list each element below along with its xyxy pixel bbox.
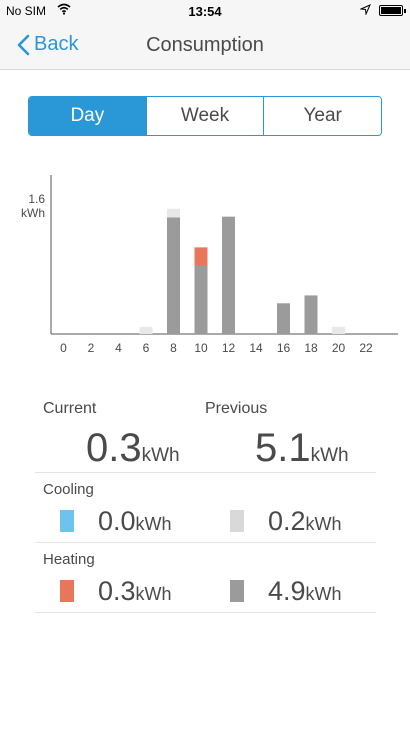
navigation-bar: Back Consumption (0, 22, 410, 70)
x-tick-label: 18 (304, 341, 318, 355)
x-tick-label: 4 (115, 341, 122, 355)
cooling-previous: 0.2kWh (268, 506, 342, 537)
bar-hour-10-series-0 (194, 265, 208, 334)
bar-hour-16-series-0 (277, 303, 290, 334)
segment-week[interactable]: Week (145, 97, 264, 135)
bar-hour-12-series-0 (222, 216, 235, 334)
cooling-current-value: 0.0 (98, 506, 136, 536)
period-segmented-control: Day Week Year (28, 96, 382, 136)
cooling-previous-swatch (230, 510, 244, 532)
cooling-previous-value: 0.2 (268, 506, 306, 536)
previous-total-value: 5.1 (255, 426, 311, 470)
bar-hour-8-series-0 (167, 217, 180, 334)
x-tick-label: 20 (332, 341, 346, 355)
total-row: 0.3kWh 5.1kWh (35, 416, 376, 473)
heating-current: 0.3kWh (98, 576, 172, 607)
bar-hour-18-series-0 (304, 295, 318, 334)
heating-section: Heating 0.3kWh 4.9kWh (35, 543, 376, 613)
consumption-summary: Current Previous 0.3kWh 5.1kWh Cooling 0… (35, 392, 376, 613)
bar-hour-8-series-1 (167, 208, 180, 218)
bar-hour-6-series-1 (139, 326, 153, 334)
bar-hour-10-series-2 (194, 247, 208, 266)
previous-total: 5.1kWh (255, 426, 349, 471)
consumption-chart: 1.6 kWh 0 2 4 6 8 10 12 14 16 18 20 22 (0, 170, 410, 360)
bar-chart: 1.6 kWh 0 2 4 6 8 10 12 14 16 18 20 22 (21, 175, 398, 355)
x-tick-label: 10 (194, 341, 208, 355)
cooling-current: 0.0kWh (98, 506, 172, 537)
cooling-title: Cooling (43, 481, 94, 498)
segment-year[interactable]: Year (263, 97, 381, 135)
heating-previous: 4.9kWh (268, 576, 342, 607)
x-tick-label: 0 (60, 341, 67, 355)
x-tick-label: 6 (143, 341, 150, 355)
heating-current-value: 0.3 (98, 576, 136, 606)
page-title: Consumption (146, 34, 264, 56)
summary-header: Current Previous (35, 392, 376, 417)
x-tick-label: 2 (88, 341, 95, 355)
cooling-section: Cooling 0.0kWh 0.2kWh (35, 473, 376, 543)
y-axis-unit-label: kWh (21, 206, 45, 220)
heating-current-unit: kWh (135, 584, 172, 604)
clock-time: 13:54 (188, 4, 222, 19)
status-bar: No SIM 13:54 (0, 0, 410, 22)
heating-previous-unit: kWh (305, 584, 342, 604)
current-total: 0.3kWh (86, 426, 180, 471)
bar-hour-20-series-1 (332, 326, 345, 334)
heating-previous-value: 4.9 (268, 576, 306, 606)
segment-day[interactable]: Day (29, 97, 146, 135)
x-tick-label: 22 (359, 341, 373, 355)
previous-total-unit: kWh (310, 445, 349, 466)
current-total-value: 0.3 (86, 426, 142, 470)
heating-current-swatch (60, 580, 74, 602)
x-tick-label: 16 (277, 341, 291, 355)
battery-icon (379, 5, 406, 16)
cooling-current-swatch (60, 510, 74, 532)
cooling-previous-unit: kWh (305, 514, 342, 534)
heating-previous-swatch (230, 580, 244, 602)
current-total-unit: kWh (141, 445, 180, 466)
x-tick-label: 8 (170, 341, 177, 355)
x-tick-label: 12 (222, 341, 236, 355)
heating-title: Heating (43, 551, 95, 568)
y-axis-max-value: 1.6 (28, 192, 45, 206)
cooling-current-unit: kWh (135, 514, 172, 534)
location-arrow-icon (359, 4, 371, 18)
x-tick-label: 14 (249, 341, 263, 355)
